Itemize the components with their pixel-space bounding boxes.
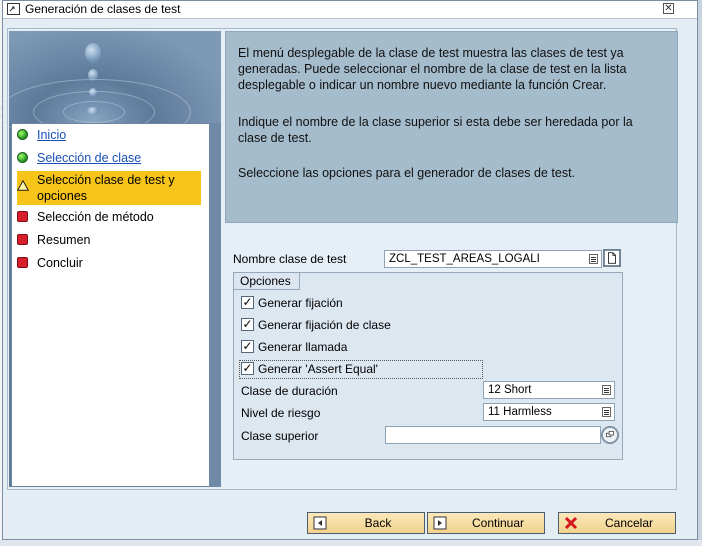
dropdown-icon[interactable] <box>589 254 598 264</box>
risk-value: 11 Harmless <box>488 406 552 418</box>
warning-triangle-icon <box>17 180 29 191</box>
back-button[interactable]: Back <box>307 512 425 534</box>
sidebar-strip <box>209 123 221 487</box>
step-label: Resumen <box>37 233 91 247</box>
window-icon <box>7 3 20 15</box>
value-help-icon[interactable] <box>601 426 619 444</box>
info-paragraph: Indique el nombre de la clase superior s… <box>238 115 633 145</box>
step-item-seleccion-metodo: Selección de método <box>17 209 205 225</box>
back-button-label: Back <box>364 516 392 530</box>
window-title: Generación de clases de test <box>25 2 181 16</box>
step-label: Concluir <box>37 256 83 270</box>
step-pending-icon <box>17 234 28 245</box>
step-pending-icon <box>17 257 28 268</box>
checkbox[interactable]: ✓ <box>241 296 254 309</box>
checkbox-label: Generar 'Assert Equal' <box>258 362 378 376</box>
duration-dropdown[interactable]: 12 Short <box>483 381 615 399</box>
continue-arrow-icon <box>433 516 447 530</box>
checkbox[interactable]: ✓ <box>241 362 254 375</box>
step-label: Selección clase de test y opciones <box>37 173 175 203</box>
test-class-label: Nombre clase de test <box>233 252 347 266</box>
continue-button-label: Continuar <box>471 516 525 530</box>
dropdown-icon[interactable] <box>602 385 611 395</box>
step-done-icon <box>17 152 28 163</box>
superclass-input[interactable] <box>385 426 601 444</box>
checkbox[interactable]: ✓ <box>241 318 254 331</box>
superclass-label: Clase superior <box>241 429 319 443</box>
risk-label: Nivel de riesgo <box>241 406 321 420</box>
background-scrollbar <box>698 0 702 546</box>
step-pending-icon <box>17 211 28 222</box>
step-item-concluir: Concluir <box>17 255 205 271</box>
back-arrow-icon <box>313 516 327 530</box>
duration-label: Clase de duración <box>241 384 338 398</box>
step-done-icon <box>17 129 28 140</box>
continue-button[interactable]: Continuar <box>427 512 545 534</box>
title-bar: Generación de clases de test ✕ <box>3 1 697 19</box>
test-class-value: ZCL_TEST_AREAS_LOGALI <box>389 253 540 265</box>
risk-dropdown[interactable]: 11 Harmless <box>483 403 615 421</box>
test-class-dropdown[interactable]: ZCL_TEST_AREAS_LOGALI <box>384 250 602 268</box>
background-status-strip <box>0 540 702 546</box>
close-icon[interactable]: ✕ <box>663 3 674 14</box>
checkbox-label: Generar llamada <box>258 340 348 354</box>
options-title: Opciones <box>234 273 300 290</box>
checkbox[interactable]: ✓ <box>241 340 254 353</box>
cancel-button-label: Cancelar <box>604 516 654 530</box>
cancel-button[interactable]: Cancelar <box>558 512 676 534</box>
checkbox-label: Generar fijación de clase <box>258 318 391 332</box>
dialog-window: Generación de clases de test ✕ Inicio Se… <box>0 0 698 540</box>
water-drop-image <box>0 31 221 145</box>
info-panel: El menú desplegable de la clase de test … <box>225 31 678 223</box>
info-paragraph: Seleccione las opciones para el generado… <box>238 166 576 180</box>
dropdown-icon[interactable] <box>602 407 611 417</box>
step-item-seleccion-clase[interactable]: Selección de clase <box>17 150 205 166</box>
step-item-current: Selección clase de test y opciones <box>17 171 201 205</box>
step-label[interactable]: Inicio <box>37 127 66 143</box>
step-label[interactable]: Selección de clase <box>37 150 141 166</box>
duration-value: 12 Short <box>488 384 532 396</box>
info-paragraph: El menú desplegable de la clase de test … <box>238 46 627 92</box>
checkbox-label: Generar fijación <box>258 296 343 310</box>
create-document-icon[interactable] <box>603 249 621 267</box>
cancel-x-icon <box>564 516 578 530</box>
step-label: Selección de método <box>37 210 154 224</box>
step-item-resumen: Resumen <box>17 232 205 248</box>
step-item-inicio[interactable]: Inicio <box>17 127 205 143</box>
